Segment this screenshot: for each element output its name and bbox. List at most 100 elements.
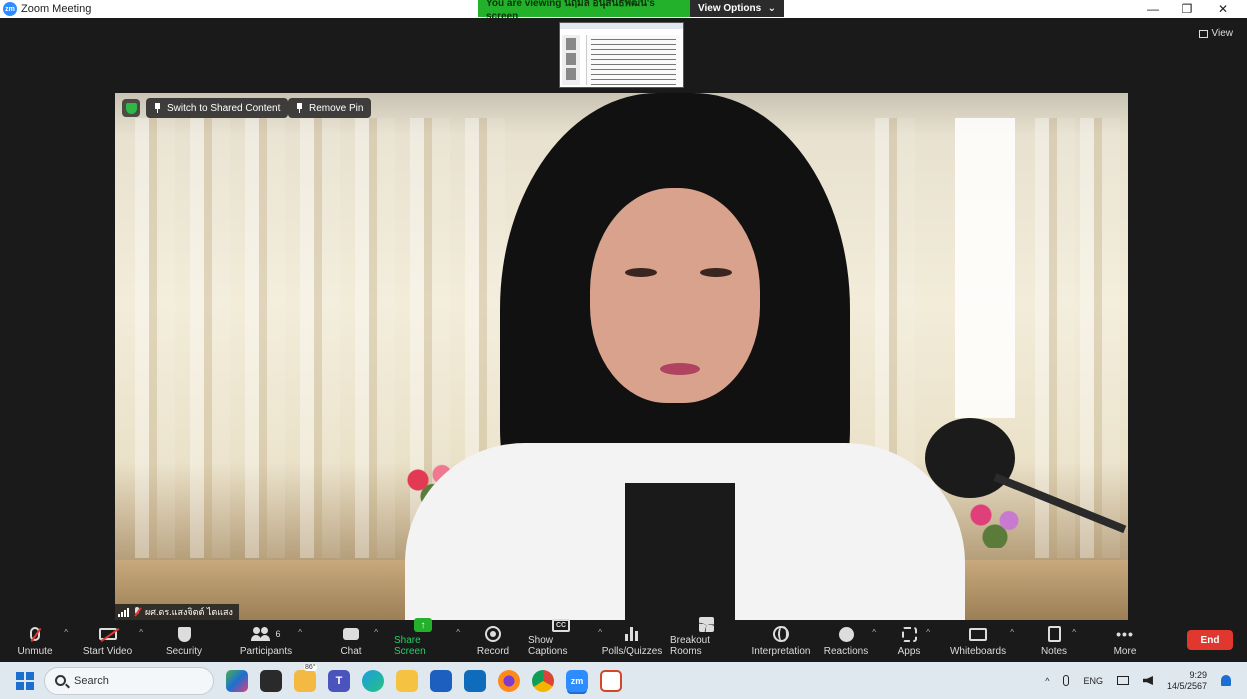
pin-icon bbox=[296, 103, 303, 113]
unmute-button[interactable]: Unmute ^ bbox=[10, 620, 68, 662]
task-view-icon[interactable] bbox=[260, 669, 282, 692]
pinned-participant-video[interactable] bbox=[115, 93, 1128, 620]
search-icon bbox=[55, 675, 66, 686]
weather-icon[interactable]: 86° bbox=[294, 663, 317, 692]
record-icon bbox=[485, 626, 501, 642]
view-options-label: View Options bbox=[698, 3, 762, 14]
participant-name-tag: ผศ.ดร.แสงจิตต์ ไตแสง bbox=[115, 604, 239, 620]
chat-options-caret[interactable]: ^ bbox=[374, 628, 378, 637]
edge-icon[interactable] bbox=[362, 669, 384, 692]
participant-eye-left bbox=[625, 268, 657, 277]
start-video-label: Start Video bbox=[82, 646, 133, 657]
chat-icon bbox=[343, 628, 359, 640]
thumbnail-document-page bbox=[586, 35, 680, 85]
close-button[interactable]: ✕ bbox=[1206, 0, 1240, 18]
taskbar-search[interactable]: Search bbox=[44, 666, 214, 695]
notes-button[interactable]: Notes ^ bbox=[1040, 620, 1076, 662]
notes-options-caret[interactable]: ^ bbox=[1072, 628, 1076, 637]
zoom-taskbar-icon[interactable]: zm bbox=[566, 669, 588, 692]
encryption-shield-icon[interactable] bbox=[122, 99, 140, 117]
breakout-rooms-button[interactable]: Breakout Rooms bbox=[670, 617, 742, 662]
window-title: Zoom Meeting bbox=[21, 3, 92, 15]
window-light bbox=[955, 118, 1015, 418]
teams-icon[interactable]: T bbox=[328, 669, 350, 692]
show-captions-button[interactable]: CC Show Captions ^ bbox=[528, 619, 602, 662]
tray-overflow-caret[interactable]: ^ bbox=[1045, 676, 1049, 686]
participant-lips bbox=[660, 363, 700, 375]
pin-icon bbox=[154, 103, 161, 113]
whiteboards-options-caret[interactable]: ^ bbox=[1010, 628, 1014, 637]
record-label: Record bbox=[476, 646, 510, 657]
apps-button[interactable]: Apps ^ bbox=[896, 620, 930, 662]
globe-icon bbox=[773, 626, 789, 642]
notes-icon bbox=[1047, 626, 1061, 642]
firefox-icon[interactable] bbox=[498, 669, 520, 692]
participants-options-caret[interactable]: ^ bbox=[298, 628, 302, 637]
mic-muted-icon bbox=[30, 627, 40, 641]
participant-top bbox=[625, 483, 735, 620]
participants-icon bbox=[251, 627, 271, 641]
weather-temp: 86° bbox=[304, 663, 317, 671]
unmute-label: Unmute bbox=[17, 646, 53, 657]
whiteboards-label: Whiteboards bbox=[949, 646, 1007, 657]
remove-pin-button[interactable]: Remove Pin bbox=[288, 98, 372, 118]
windows-start-icon[interactable] bbox=[16, 671, 34, 690]
remove-pin-label: Remove Pin bbox=[309, 102, 364, 114]
unmute-options-caret[interactable]: ^ bbox=[64, 628, 68, 637]
copilot-icon[interactable] bbox=[226, 669, 248, 692]
volume-icon[interactable] bbox=[1142, 676, 1153, 685]
file-explorer-icon[interactable] bbox=[396, 669, 418, 692]
store-icon[interactable] bbox=[430, 669, 452, 692]
microphone-icon[interactable] bbox=[1063, 675, 1070, 686]
share-screen-button[interactable]: ↑ Share Screen ^ bbox=[394, 618, 460, 662]
start-video-button[interactable]: Start Video ^ bbox=[80, 620, 143, 662]
thumbnail-toolbar bbox=[560, 23, 683, 29]
clock-time: 9:29 bbox=[1189, 669, 1207, 680]
whiteboards-button[interactable]: Whiteboards ^ bbox=[949, 620, 1014, 662]
grid-view-icon bbox=[1198, 29, 1208, 38]
security-button[interactable]: Security bbox=[162, 620, 206, 662]
show-captions-label: Show Captions bbox=[528, 635, 568, 657]
chrome-icon[interactable] bbox=[532, 669, 554, 692]
minimize-button[interactable]: — bbox=[1136, 0, 1170, 18]
reactions-label: Reactions bbox=[823, 646, 869, 657]
participants-button[interactable]: 6 Participants ^ bbox=[238, 620, 302, 662]
language-indicator[interactable]: ENG bbox=[1083, 676, 1103, 686]
reactions-options-caret[interactable]: ^ bbox=[872, 628, 876, 637]
view-label: View bbox=[1211, 28, 1234, 39]
participant-name: ผศ.ดร.แสงจิตต์ ไตแสง bbox=[145, 607, 233, 617]
polls-icon bbox=[625, 627, 639, 641]
notes-label: Notes bbox=[1040, 646, 1068, 657]
mic-muted-icon bbox=[133, 607, 141, 617]
clock-date: 14/5/2567 bbox=[1166, 680, 1207, 691]
more-dots-icon: ••• bbox=[1116, 626, 1134, 642]
more-button[interactable]: ••• More bbox=[1110, 620, 1140, 662]
whiteboard-icon bbox=[969, 627, 987, 641]
share-options-caret[interactable]: ^ bbox=[456, 628, 460, 637]
breakout-rooms-icon bbox=[698, 617, 714, 632]
chat-button[interactable]: Chat ^ bbox=[332, 620, 378, 662]
shared-screen-thumbnail[interactable] bbox=[559, 22, 684, 88]
view-button[interactable]: View bbox=[1198, 28, 1234, 39]
polls-quizzes-button[interactable]: Polls/Quizzes bbox=[602, 620, 662, 662]
screen-share-banner: You are viewing นฤมล อนุสนธิ์พัฒน์'s scr… bbox=[478, 0, 784, 22]
powerpoint-icon[interactable] bbox=[600, 669, 622, 692]
clock[interactable]: 9:29 14/5/2567 bbox=[1167, 670, 1207, 692]
interpretation-button[interactable]: Interpretation bbox=[750, 620, 812, 662]
end-meeting-button[interactable]: End bbox=[1187, 630, 1233, 650]
windows-taskbar: Search 86° T zm ^ ENG 9:29 14/5/2567 bbox=[0, 662, 1247, 699]
more-label: More bbox=[1113, 646, 1137, 657]
thumbnail-sidebar bbox=[562, 35, 580, 85]
network-icon[interactable] bbox=[1116, 676, 1129, 685]
restore-button[interactable]: ❐ bbox=[1170, 0, 1204, 18]
video-options-caret[interactable]: ^ bbox=[139, 628, 143, 637]
reactions-button[interactable]: Reactions ^ bbox=[823, 620, 876, 662]
mail-icon[interactable] bbox=[464, 669, 486, 692]
record-button[interactable]: Record bbox=[475, 620, 511, 662]
notification-bell-icon[interactable] bbox=[1221, 675, 1231, 686]
polls-label: Polls/Quizzes bbox=[601, 646, 663, 657]
view-options-button[interactable]: View Options ⌄ bbox=[690, 0, 784, 17]
apps-icon bbox=[901, 626, 917, 642]
switch-to-shared-content-button[interactable]: Switch to Shared Content bbox=[146, 98, 289, 118]
apps-options-caret[interactable]: ^ bbox=[926, 628, 930, 637]
